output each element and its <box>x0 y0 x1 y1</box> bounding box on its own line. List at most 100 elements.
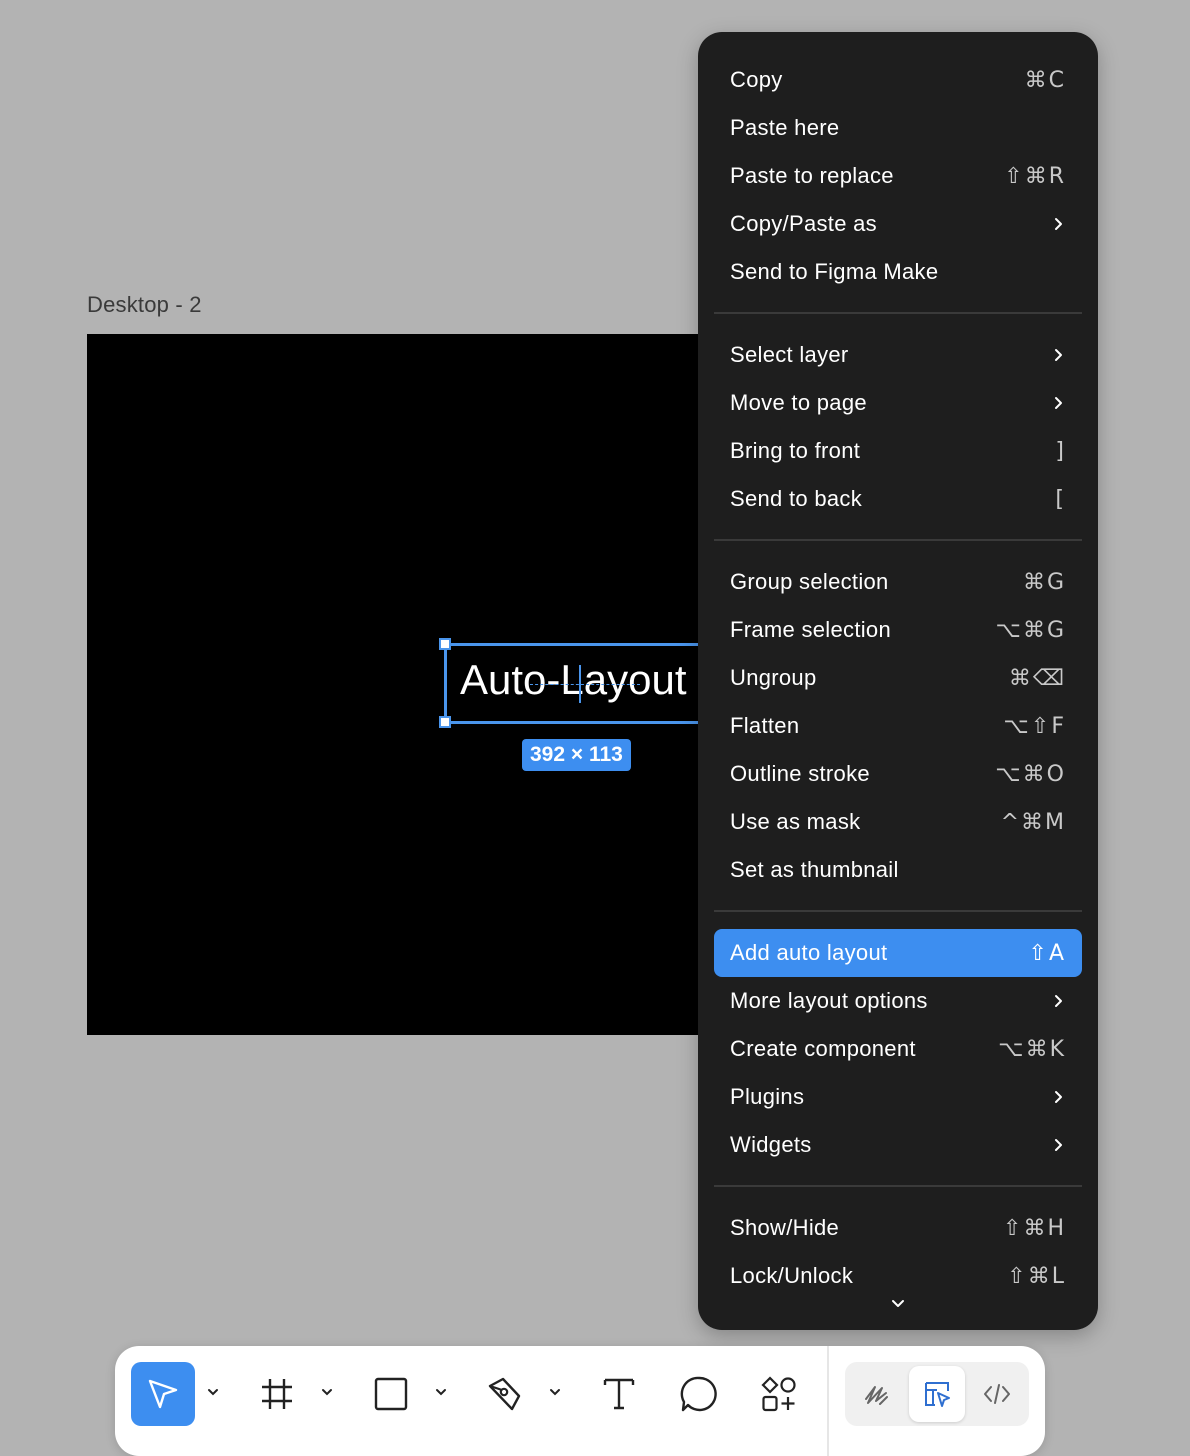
rectangle-icon <box>374 1377 408 1411</box>
menu-item-label: Set as thumbnail <box>730 857 899 882</box>
draw-mode-button[interactable] <box>849 1366 905 1422</box>
menu-item-plugins[interactable]: Plugins <box>714 1073 1082 1121</box>
menu-item-use-as-mask[interactable]: Use as mask ^⌘M <box>714 798 1082 846</box>
menu-item-label: Use as mask <box>730 809 861 834</box>
menu-item-label: Select layer <box>730 342 849 367</box>
chevron-right-icon <box>1055 1139 1062 1151</box>
menu-item-label: Outline stroke <box>730 761 870 786</box>
menu-item-shortcut: ⇧⌘H <box>1003 1215 1066 1241</box>
menu-item-label: Bring to front <box>730 438 861 463</box>
menu-item-flatten[interactable]: Flatten ⌥⇧F <box>714 702 1082 750</box>
menu-item-shortcut: ⌥⇧F <box>1003 713 1066 739</box>
menu-item-shortcut: ⇧A <box>1028 940 1066 966</box>
toolbar-divider <box>827 1346 829 1456</box>
menu-item-label: Move to page <box>730 390 867 415</box>
menu-item-paste-here[interactable]: Paste here <box>714 104 1082 152</box>
comment-tool-button[interactable] <box>667 1362 731 1426</box>
menu-item-shortcut: ⌘⌫ <box>1008 665 1066 691</box>
menu-item-frame-selection[interactable]: Frame selection ⌥⌘G <box>714 606 1082 654</box>
dev-mode-button[interactable] <box>969 1366 1025 1422</box>
menu-item-shortcut: ⇧⌘L <box>1007 1263 1066 1289</box>
menu-item-copy-paste-as[interactable]: Copy/Paste as <box>714 200 1082 248</box>
menu-item-outline-stroke[interactable]: Outline stroke ⌥⌘O <box>714 750 1082 798</box>
menu-separator <box>714 1185 1082 1187</box>
menu-item-widgets[interactable]: Widgets <box>714 1121 1082 1169</box>
chevron-right-icon <box>1055 1091 1062 1103</box>
shape-tool-caret-icon[interactable] <box>433 1384 449 1400</box>
bottom-toolbar <box>115 1346 1045 1456</box>
menu-item-label: Lock/Unlock <box>730 1263 854 1288</box>
move-tool-caret-icon[interactable] <box>205 1384 221 1400</box>
menu-item-label: Plugins <box>730 1084 805 1109</box>
menu-item-shortcut: [ <box>1055 486 1066 512</box>
menu-item-more-layout-options[interactable]: More layout options <box>714 977 1082 1025</box>
design-mode-button[interactable] <box>909 1366 965 1422</box>
menu-item-shortcut: ⌥⌘K <box>998 1036 1066 1062</box>
pen-tool-caret-icon[interactable] <box>547 1384 563 1400</box>
dev-mode-icon <box>984 1384 1010 1404</box>
menu-item-shortcut: ⌘G <box>1022 569 1066 595</box>
frame-tool-caret-icon[interactable] <box>319 1384 335 1400</box>
actions-icon <box>761 1376 796 1412</box>
shape-tool-button[interactable] <box>359 1362 423 1426</box>
menu-item-move-to-page[interactable]: Move to page <box>714 379 1082 427</box>
menu-item-show-hide[interactable]: Show/Hide ⇧⌘H <box>714 1204 1082 1252</box>
resize-handle-top-left[interactable] <box>439 638 451 650</box>
menu-item-create-component[interactable]: Create component ⌥⌘K <box>714 1025 1082 1073</box>
menu-item-copy[interactable]: Copy ⌘C <box>714 56 1082 104</box>
text-icon <box>603 1378 635 1410</box>
menu-item-ungroup[interactable]: Ungroup ⌘⌫ <box>714 654 1082 702</box>
dimensions-badge: 392 × 113 <box>522 739 631 771</box>
menu-item-label: Paste here <box>730 115 840 140</box>
menu-item-label: Ungroup <box>730 665 817 690</box>
menu-item-label: Widgets <box>730 1132 812 1157</box>
move-tool-button[interactable] <box>131 1362 195 1426</box>
menu-item-select-layer[interactable]: Select layer <box>714 331 1082 379</box>
menu-item-shortcut: ⌥⌘G <box>995 617 1066 643</box>
frame-icon <box>262 1379 292 1409</box>
chevron-right-icon <box>1055 218 1062 230</box>
move-cursor-icon <box>148 1379 178 1409</box>
chevron-right-icon <box>1055 995 1062 1007</box>
menu-item-label: Frame selection <box>730 617 892 642</box>
menu-item-send-to-figma-make[interactable]: Send to Figma Make <box>714 248 1082 296</box>
comment-icon <box>680 1376 717 1412</box>
menu-item-paste-to-replace[interactable]: Paste to replace ⇧⌘R <box>714 152 1082 200</box>
pen-tool-button[interactable] <box>473 1362 537 1426</box>
menu-item-label: Send to back <box>730 486 863 511</box>
frame-tool-button[interactable] <box>245 1362 309 1426</box>
context-menu: Copy ⌘C Paste here Paste to replace ⇧⌘R Copy/… <box>698 32 1098 1330</box>
menu-item-set-as-thumbnail[interactable]: Set as thumbnail <box>714 846 1082 894</box>
menu-item-label: Copy/Paste as <box>730 211 877 236</box>
chevron-down-icon[interactable] <box>886 1294 910 1314</box>
menu-separator <box>714 312 1082 314</box>
text-tool-button[interactable] <box>587 1362 651 1426</box>
menu-item-shortcut: ^⌘M <box>1000 809 1066 835</box>
menu-item-shortcut: ] <box>1055 438 1066 464</box>
menu-item-group-selection[interactable]: Group selection ⌘G <box>714 558 1082 606</box>
menu-item-label: Copy <box>730 67 783 92</box>
frame-label[interactable]: Desktop - 2 <box>87 292 202 318</box>
draw-mode-icon <box>865 1386 888 1405</box>
menu-item-label: Show/Hide <box>730 1215 840 1240</box>
actions-tool-button[interactable] <box>747 1362 811 1426</box>
resize-handle-bottom-left[interactable] <box>439 716 451 728</box>
menu-item-label: Create component <box>730 1036 916 1061</box>
chevron-right-icon <box>1055 397 1062 409</box>
menu-item-add-auto-layout[interactable]: Add auto layout ⇧A <box>714 929 1082 977</box>
mode-switcher <box>845 1362 1029 1426</box>
menu-item-label: Group selection <box>730 569 889 594</box>
menu-separator <box>714 910 1082 912</box>
menu-item-shortcut: ⌘C <box>1024 67 1066 93</box>
menu-item-label: Flatten <box>730 713 800 738</box>
menu-item-send-to-back[interactable]: Send to back [ <box>714 475 1082 523</box>
menu-item-label: Send to Figma Make <box>730 259 939 284</box>
pen-icon <box>488 1377 521 1411</box>
menu-item-label: Add auto layout <box>730 940 888 965</box>
menu-item-bring-to-front[interactable]: Bring to front] <box>714 427 1082 475</box>
menu-item-shortcut: ⇧⌘R <box>1004 163 1066 189</box>
menu-item-shortcut: ⌥⌘O <box>995 761 1066 787</box>
menu-item-lock-unlock[interactable]: Lock/Unlock ⇧⌘L <box>714 1252 1082 1300</box>
menu-item-label: More layout options <box>730 988 928 1013</box>
design-mode-icon <box>925 1382 950 1407</box>
